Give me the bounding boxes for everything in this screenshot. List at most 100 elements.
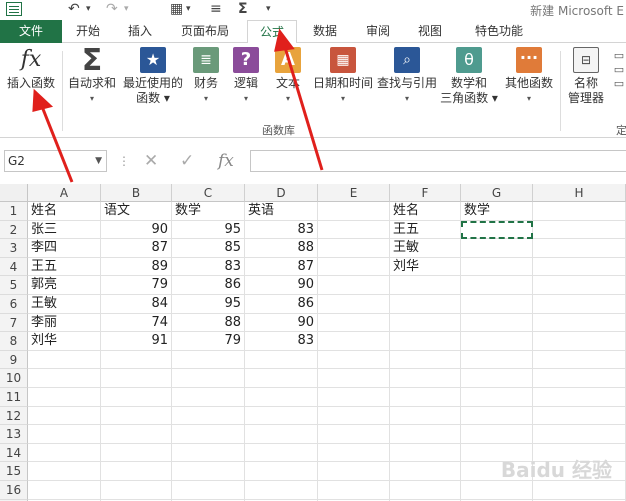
column-header-d[interactable]: D (245, 184, 318, 202)
tab-file[interactable]: 文件 (0, 20, 62, 43)
cell-c14[interactable] (172, 443, 245, 463)
cell-g4[interactable] (461, 257, 533, 277)
customize-qat-icon[interactable]: ▾ (266, 0, 271, 18)
cell-h10[interactable] (533, 369, 626, 388)
cell-f14[interactable] (390, 443, 461, 463)
cell-a12[interactable] (28, 406, 101, 426)
chevron-down-icon[interactable]: ▼ (95, 151, 102, 171)
cell-f5[interactable] (390, 276, 461, 295)
cell-b6[interactable]: 84 (101, 295, 172, 314)
cell-b5[interactable]: 79 (101, 276, 172, 295)
column-header-b[interactable]: B (101, 184, 172, 202)
align-icon[interactable]: ≡ (210, 0, 222, 18)
name-manager-button[interactable]: ⊟ 名称 管理器 (564, 47, 608, 106)
cell-e3[interactable] (318, 239, 390, 258)
cell-d10[interactable] (245, 369, 318, 388)
cell-a7[interactable]: 李丽 (28, 313, 101, 333)
cell-g12[interactable] (461, 406, 533, 426)
row-header-9[interactable]: 9 (0, 350, 28, 370)
cell-b12[interactable] (101, 406, 172, 426)
cell-f6[interactable] (390, 295, 461, 314)
cell-g11[interactable] (461, 388, 533, 407)
cell-h1[interactable] (533, 202, 626, 221)
undo-dropdown-icon[interactable]: ▾ (86, 0, 91, 18)
cell-a14[interactable] (28, 443, 101, 463)
cell-g10[interactable] (461, 369, 533, 388)
cell-h2[interactable] (533, 220, 626, 240)
cell-e5[interactable] (318, 276, 390, 295)
cell-g3[interactable] (461, 239, 533, 258)
cell-a15[interactable] (28, 462, 101, 481)
insert-function-button[interactable]: fx 插入函数 (3, 47, 59, 91)
row-header-8[interactable]: 8 (0, 332, 28, 351)
recently-used-button[interactable]: ★ 最近使用的 函数 ▾ (120, 47, 186, 106)
cell-a9[interactable] (28, 350, 101, 370)
cell-h11[interactable] (533, 388, 626, 407)
row-header-12[interactable]: 12 (0, 406, 28, 426)
financial-button[interactable]: ≣ 财务 ▾ (188, 47, 224, 106)
cell-b8[interactable]: 91 (101, 332, 172, 351)
text-button[interactable]: A 文本 ▾ (270, 47, 306, 106)
column-header-a[interactable]: A (28, 184, 101, 202)
cell-e11[interactable] (318, 388, 390, 407)
cell-f1[interactable]: 姓名 (390, 202, 461, 221)
tab-view[interactable]: 视图 (408, 20, 452, 43)
cell-c16[interactable] (172, 481, 245, 500)
column-header-c[interactable]: C (172, 184, 245, 202)
row-header-16[interactable]: 16 (0, 481, 28, 500)
cell-d4[interactable]: 87 (245, 257, 318, 277)
column-header-h[interactable]: H (533, 184, 626, 202)
row-header-7[interactable]: 7 (0, 313, 28, 333)
cell-e13[interactable] (318, 425, 390, 444)
row-header-11[interactable]: 11 (0, 388, 28, 407)
insert-function-fx-icon[interactable]: fx (218, 150, 234, 172)
cell-h5[interactable] (533, 276, 626, 295)
cell-h12[interactable] (533, 406, 626, 426)
cell-b11[interactable] (101, 388, 172, 407)
cell-e9[interactable] (318, 350, 390, 370)
cell-d8[interactable]: 83 (245, 332, 318, 351)
cell-g13[interactable] (461, 425, 533, 444)
cell-d13[interactable] (245, 425, 318, 444)
autosum-qat-icon[interactable]: Σ (238, 0, 248, 18)
row-header-15[interactable]: 15 (0, 462, 28, 481)
cell-b13[interactable] (101, 425, 172, 444)
row-header-5[interactable]: 5 (0, 276, 28, 295)
tab-formulas[interactable]: 公式 (247, 20, 297, 44)
cell-d11[interactable] (245, 388, 318, 407)
row-header-3[interactable]: 3 (0, 239, 28, 258)
row-header-13[interactable]: 13 (0, 425, 28, 444)
cell-c11[interactable] (172, 388, 245, 407)
cell-c3[interactable]: 85 (172, 239, 245, 258)
cell-h3[interactable] (533, 239, 626, 258)
cell-e7[interactable] (318, 313, 390, 333)
cell-d14[interactable] (245, 443, 318, 463)
cell-e1[interactable] (318, 202, 390, 221)
cell-b14[interactable] (101, 443, 172, 463)
cell-f8[interactable] (390, 332, 461, 351)
define-name-icon[interactable]: ▭ ▭ ▭ (612, 49, 626, 91)
cell-b16[interactable] (101, 481, 172, 500)
cell-h8[interactable] (533, 332, 626, 351)
formula-input[interactable] (250, 150, 626, 172)
column-header-f[interactable]: F (390, 184, 461, 202)
cell-d12[interactable] (245, 406, 318, 426)
cell-d16[interactable] (245, 481, 318, 500)
cell-c5[interactable]: 86 (172, 276, 245, 295)
cell-c4[interactable]: 83 (172, 257, 245, 277)
cell-a13[interactable] (28, 425, 101, 444)
tab-review[interactable]: 审阅 (356, 20, 400, 43)
cell-a8[interactable]: 刘华 (28, 332, 101, 351)
tab-data[interactable]: 数据 (305, 20, 345, 43)
cell-d1[interactable]: 英语 (245, 202, 318, 221)
cell-a11[interactable] (28, 388, 101, 407)
table-dropdown-icon[interactable]: ▾ (186, 0, 191, 18)
tab-insert[interactable]: 插入 (118, 20, 162, 43)
math-trig-button[interactable]: θ 数学和 三角函数 ▾ (440, 47, 498, 106)
cell-e15[interactable] (318, 462, 390, 481)
column-header-g[interactable]: G (461, 184, 533, 202)
undo-icon[interactable]: ↶ (68, 0, 80, 18)
cell-d5[interactable]: 90 (245, 276, 318, 295)
cell-f12[interactable] (390, 406, 461, 426)
cell-h4[interactable] (533, 257, 626, 277)
